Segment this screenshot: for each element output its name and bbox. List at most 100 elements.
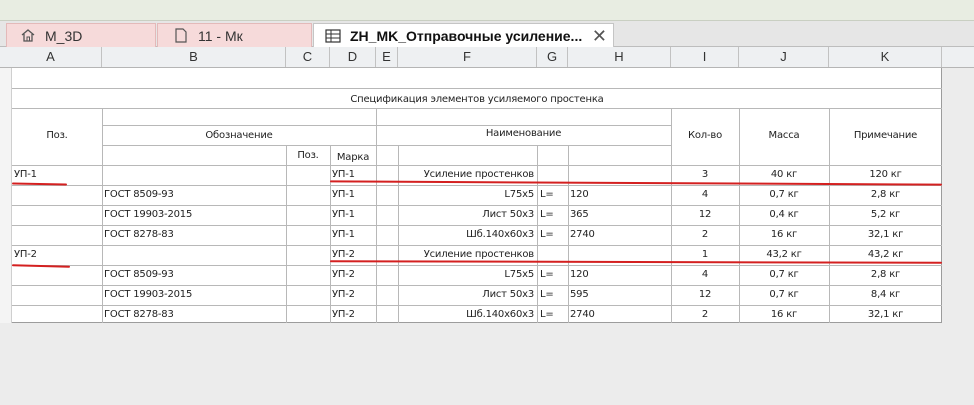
cell-name[interactable]: Шб.140х60х3 bbox=[398, 229, 534, 241]
grid-line bbox=[12, 225, 942, 226]
grid-line bbox=[12, 205, 942, 206]
cell-l[interactable]: L= bbox=[540, 269, 566, 281]
cell-len[interactable]: 120 bbox=[570, 189, 670, 201]
cell-mark[interactable]: УП-2 bbox=[332, 289, 376, 301]
row-header-strip bbox=[0, 68, 12, 323]
grid-line bbox=[102, 125, 671, 126]
grid-line bbox=[537, 145, 538, 323]
tab-label: ZH_MK_Отправочные усиление... bbox=[350, 27, 583, 44]
cell-mark[interactable]: УП-1 bbox=[332, 189, 376, 201]
cell-len[interactable]: 2740 bbox=[570, 309, 670, 321]
cell-note[interactable]: 2,8 кг bbox=[829, 269, 942, 281]
cell-qty[interactable]: 12 bbox=[671, 209, 739, 221]
cell-note[interactable]: 120 кг bbox=[829, 169, 942, 181]
cell-gost[interactable]: ГОСТ 19903-2015 bbox=[104, 209, 284, 221]
cell-qty[interactable]: 1 bbox=[671, 249, 739, 261]
cell-qty[interactable]: 4 bbox=[671, 269, 739, 281]
cell-name[interactable]: Лист 50х3 bbox=[398, 289, 534, 301]
cell-l[interactable]: L= bbox=[540, 229, 566, 241]
cell-name[interactable]: Лист 50х3 bbox=[398, 209, 534, 221]
table-icon bbox=[324, 28, 342, 44]
cell-mass[interactable]: 0,4 кг bbox=[739, 209, 829, 221]
cell-name[interactable]: L75х5 bbox=[398, 189, 534, 201]
cell-mass[interactable]: 43,2 кг bbox=[739, 249, 829, 261]
cell-qty[interactable]: 2 bbox=[671, 229, 739, 241]
cell-name[interactable]: Усиление простенков bbox=[398, 169, 534, 181]
grid-line bbox=[12, 285, 942, 286]
column-header-g[interactable]: G bbox=[537, 47, 568, 67]
header-note: Примечание bbox=[853, 130, 918, 141]
cell-note[interactable]: 32,1 кг bbox=[829, 309, 942, 321]
grid-line bbox=[12, 108, 942, 109]
cell-name[interactable]: Усиление простенков bbox=[398, 249, 534, 261]
cell-pos[interactable]: УП-1 bbox=[14, 169, 100, 181]
column-header-i[interactable]: I bbox=[671, 47, 739, 67]
cell-mark[interactable]: УП-2 bbox=[332, 269, 376, 281]
cell-mass[interactable]: 16 кг bbox=[739, 309, 829, 321]
cell-note[interactable]: 5,2 кг bbox=[829, 209, 942, 221]
cell-len[interactable]: 120 bbox=[570, 269, 670, 281]
cell-gost[interactable]: ГОСТ 8509-93 bbox=[104, 189, 284, 201]
cell-l[interactable]: L= bbox=[540, 209, 566, 221]
cell-mass[interactable]: 40 кг bbox=[739, 169, 829, 181]
cell-len[interactable]: 2740 bbox=[570, 229, 670, 241]
grid-line bbox=[330, 145, 331, 323]
grid-line bbox=[376, 108, 377, 323]
cell-note[interactable]: 43,2 кг bbox=[829, 249, 942, 261]
header-name: Наименование bbox=[485, 128, 562, 139]
cell-gost[interactable]: ГОСТ 19903-2015 bbox=[104, 289, 284, 301]
tab-m3d[interactable]: M_3D bbox=[6, 23, 156, 47]
column-header-f[interactable]: F bbox=[398, 47, 537, 67]
column-header-d[interactable]: D bbox=[330, 47, 376, 67]
cell-qty[interactable]: 2 bbox=[671, 309, 739, 321]
view-tab-bar: M_3D 11 - Мк ZH_MK_Отправочные усиление.… bbox=[0, 21, 974, 47]
cell-mass[interactable]: 0,7 кг bbox=[739, 189, 829, 201]
cell-gost[interactable]: ГОСТ 8278-83 bbox=[104, 229, 284, 241]
grid-line bbox=[12, 165, 942, 166]
sheet-icon bbox=[172, 28, 190, 44]
cell-l[interactable]: L= bbox=[540, 289, 566, 301]
cell-note[interactable]: 32,1 кг bbox=[829, 229, 942, 241]
cell-mark[interactable]: УП-2 bbox=[332, 309, 376, 321]
grid-line bbox=[12, 305, 942, 306]
cell-qty[interactable]: 4 bbox=[671, 189, 739, 201]
column-header-a[interactable]: A bbox=[0, 47, 102, 67]
column-header-c[interactable]: C bbox=[286, 47, 330, 67]
tab-sheet-11[interactable]: 11 - Мк bbox=[157, 23, 312, 47]
cell-name[interactable]: Шб.140х60х3 bbox=[398, 309, 534, 321]
cell-len[interactable]: 595 bbox=[570, 289, 670, 301]
cell-qty[interactable]: 3 bbox=[671, 169, 739, 181]
cell-mass[interactable]: 16 кг bbox=[739, 229, 829, 241]
cell-len[interactable]: 365 bbox=[570, 209, 670, 221]
cell-note[interactable]: 2,8 кг bbox=[829, 189, 942, 201]
cell-gost[interactable]: ГОСТ 8509-93 bbox=[104, 269, 284, 281]
grid-line bbox=[12, 265, 942, 266]
schedule-title-text: Спецификация элементов усиляемого просте… bbox=[350, 94, 604, 105]
cell-mass[interactable]: 0,7 кг bbox=[739, 269, 829, 281]
tab-label: M_3D bbox=[45, 27, 83, 44]
cell-pos[interactable]: УП-2 bbox=[14, 249, 100, 261]
cell-mass[interactable]: 0,7 кг bbox=[739, 289, 829, 301]
column-header-e[interactable]: E bbox=[376, 47, 398, 67]
tab-schedule[interactable]: ZH_MK_Отправочные усиление... ✕ bbox=[313, 23, 614, 47]
grid-line bbox=[12, 185, 942, 186]
column-header-k[interactable]: K bbox=[829, 47, 942, 67]
cell-mark[interactable]: УП-1 bbox=[332, 209, 376, 221]
cell-mark[interactable]: УП-2 bbox=[332, 249, 376, 261]
header-pos: Поз. bbox=[46, 130, 68, 141]
cell-l[interactable]: L= bbox=[540, 189, 566, 201]
close-icon[interactable]: ✕ bbox=[592, 26, 607, 47]
column-header-j[interactable]: J bbox=[739, 47, 829, 67]
cell-name[interactable]: L75х5 bbox=[398, 269, 534, 281]
cell-gost[interactable]: ГОСТ 8278-83 bbox=[104, 309, 284, 321]
cell-mark[interactable]: УП-1 bbox=[332, 229, 376, 241]
column-header-h[interactable]: H bbox=[568, 47, 671, 67]
column-header-row: A B C D E F G H I J K bbox=[0, 47, 974, 68]
cell-note[interactable]: 8,4 кг bbox=[829, 289, 942, 301]
cell-mark[interactable]: УП-1 bbox=[332, 169, 376, 181]
cell-l[interactable]: L= bbox=[540, 309, 566, 321]
grid-line bbox=[12, 245, 942, 246]
column-header-b[interactable]: B bbox=[102, 47, 286, 67]
cell-qty[interactable]: 12 bbox=[671, 289, 739, 301]
header-qty: Кол-во bbox=[687, 130, 723, 141]
